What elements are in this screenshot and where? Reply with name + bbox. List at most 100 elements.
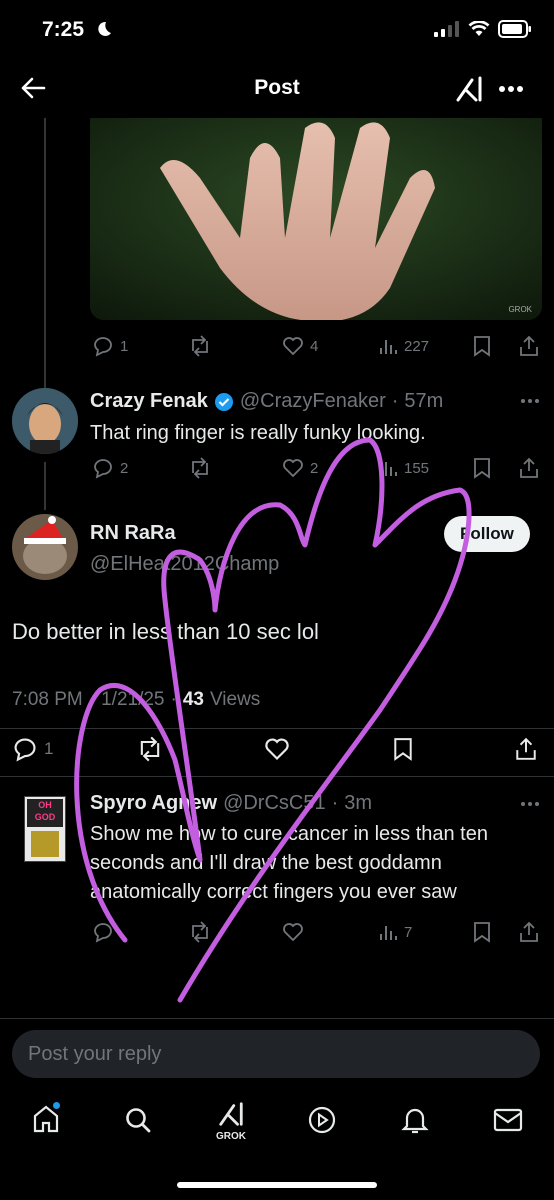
avatar-image <box>12 388 78 454</box>
like-button[interactable]: 4 <box>282 336 318 356</box>
thread-line <box>44 118 46 388</box>
bookmark-icon[interactable] <box>472 335 492 357</box>
battery-icon <box>498 20 531 38</box>
views-count: 43 <box>182 689 204 710</box>
bookmark-icon[interactable] <box>472 457 492 479</box>
reply1-text: That ring finger is really funky looking… <box>90 422 426 444</box>
views-count: 7 <box>404 923 413 941</box>
post-time: 3m <box>344 792 373 814</box>
views-button[interactable]: 227 <box>378 336 429 356</box>
image-post-actions: 1 4 227 <box>92 334 542 358</box>
repost-icon <box>192 335 208 357</box>
like-count: 2 <box>310 459 319 477</box>
heart-icon[interactable] <box>264 737 290 761</box>
grok-icon[interactable] <box>454 74 484 104</box>
reply-icon[interactable] <box>92 921 114 943</box>
home-indicator <box>177 1182 377 1188</box>
reply-icon <box>94 459 112 479</box>
avatar-image <box>12 514 78 580</box>
post-date: 1/21/25 <box>101 689 165 710</box>
separator-dot: · <box>391 390 399 412</box>
author-name[interactable]: RN RaRa <box>90 522 176 545</box>
reply-icon <box>94 337 112 357</box>
avatar-text: OH GOD <box>27 799 63 827</box>
grok-icon <box>219 1102 243 1126</box>
reply-button[interactable]: 2 <box>92 457 128 479</box>
notification-dot <box>53 1102 60 1109</box>
search-icon[interactable] <box>124 1106 152 1134</box>
share-icon[interactable] <box>518 457 540 479</box>
views-button[interactable]: 155 <box>378 458 429 478</box>
hand-photo <box>90 118 542 320</box>
more-icon[interactable] <box>498 85 524 93</box>
separator-dot: · <box>88 689 96 710</box>
reply2-text: Show me how to cure cancer in less than … <box>90 823 488 903</box>
post-text: Do better in less than 10 sec lol <box>12 619 319 644</box>
separator-dot: · <box>331 792 339 814</box>
author-handle[interactable]: @DrCsC51 <box>223 792 326 815</box>
post-image[interactable]: GROK <box>90 118 542 320</box>
reply-button[interactable]: 1 <box>92 335 128 357</box>
status-time: 7:25 <box>42 18 85 41</box>
tab-grok[interactable]: GROK <box>208 1100 254 1142</box>
status-icons <box>434 20 532 38</box>
views-button[interactable]: 7 <box>378 922 412 942</box>
reply-input[interactable]: Post your reply <box>12 1030 540 1078</box>
repost-icon[interactable] <box>136 736 164 762</box>
views-icon <box>380 926 397 940</box>
post-time: 7:08 PM <box>12 689 83 710</box>
more-icon[interactable] <box>520 398 540 404</box>
like-button[interactable]: 2 <box>282 458 318 478</box>
reply1-header: Crazy Fenak @CrazyFenaker · 57m <box>90 390 443 413</box>
reply-count: 2 <box>120 459 129 477</box>
mail-icon[interactable] <box>493 1108 523 1132</box>
heart-icon <box>283 459 303 478</box>
share-icon[interactable] <box>514 736 538 762</box>
follow-button[interactable]: Follow <box>444 516 530 552</box>
post-meta: 7:08 PM · 1/21/25 · 43 Views <box>12 689 260 711</box>
heart-icon <box>283 337 303 356</box>
repost-button[interactable] <box>188 457 212 479</box>
grok-label: GROK <box>216 1131 246 1142</box>
video-play-icon[interactable] <box>308 1106 336 1134</box>
reply-count: 1 <box>120 337 129 355</box>
share-icon[interactable] <box>518 335 540 357</box>
repost-icon <box>192 457 208 479</box>
separator-dot: · <box>170 689 177 710</box>
repost-button[interactable] <box>188 335 212 357</box>
repost-icon[interactable] <box>188 921 212 943</box>
author-handle[interactable]: @ElHeat2012Champ <box>90 553 300 576</box>
views-label: Views <box>209 689 261 710</box>
avatar-image <box>31 831 59 857</box>
heart-icon[interactable] <box>282 922 304 942</box>
like-count: 4 <box>310 337 319 355</box>
watermark: GROK <box>508 305 532 314</box>
reply-button[interactable]: 1 <box>12 736 53 762</box>
share-icon[interactable] <box>518 921 540 943</box>
post-time: 57m <box>404 390 444 412</box>
views-icon <box>380 462 397 476</box>
divider <box>0 728 554 729</box>
avatar[interactable] <box>12 388 78 454</box>
avatar[interactable] <box>12 514 78 580</box>
views-count: 227 <box>404 337 430 355</box>
reply2-actions: 7 <box>92 920 542 944</box>
tab-bar: GROK <box>0 1092 554 1162</box>
more-icon[interactable] <box>520 801 540 807</box>
views-icon <box>380 340 397 354</box>
reply2-header: Spyro Agnew @DrCsC51 · 3m <box>90 792 372 815</box>
author-name[interactable]: Crazy Fenak <box>90 390 208 413</box>
author-name[interactable]: Spyro Agnew <box>90 792 217 815</box>
bell-icon[interactable] <box>401 1105 429 1135</box>
divider <box>0 1018 554 1019</box>
bookmark-icon[interactable] <box>472 921 492 943</box>
thread-line <box>44 462 46 510</box>
reply1-actions: 2 2 155 <box>92 456 542 480</box>
reply-icon <box>14 738 36 762</box>
bookmark-icon[interactable] <box>392 736 414 762</box>
avatar[interactable]: OH GOD <box>24 796 66 862</box>
verified-badge-icon <box>214 392 233 411</box>
views-count: 155 <box>404 459 430 477</box>
author-handle[interactable]: @CrazyFenaker <box>240 390 386 413</box>
divider <box>0 776 554 777</box>
